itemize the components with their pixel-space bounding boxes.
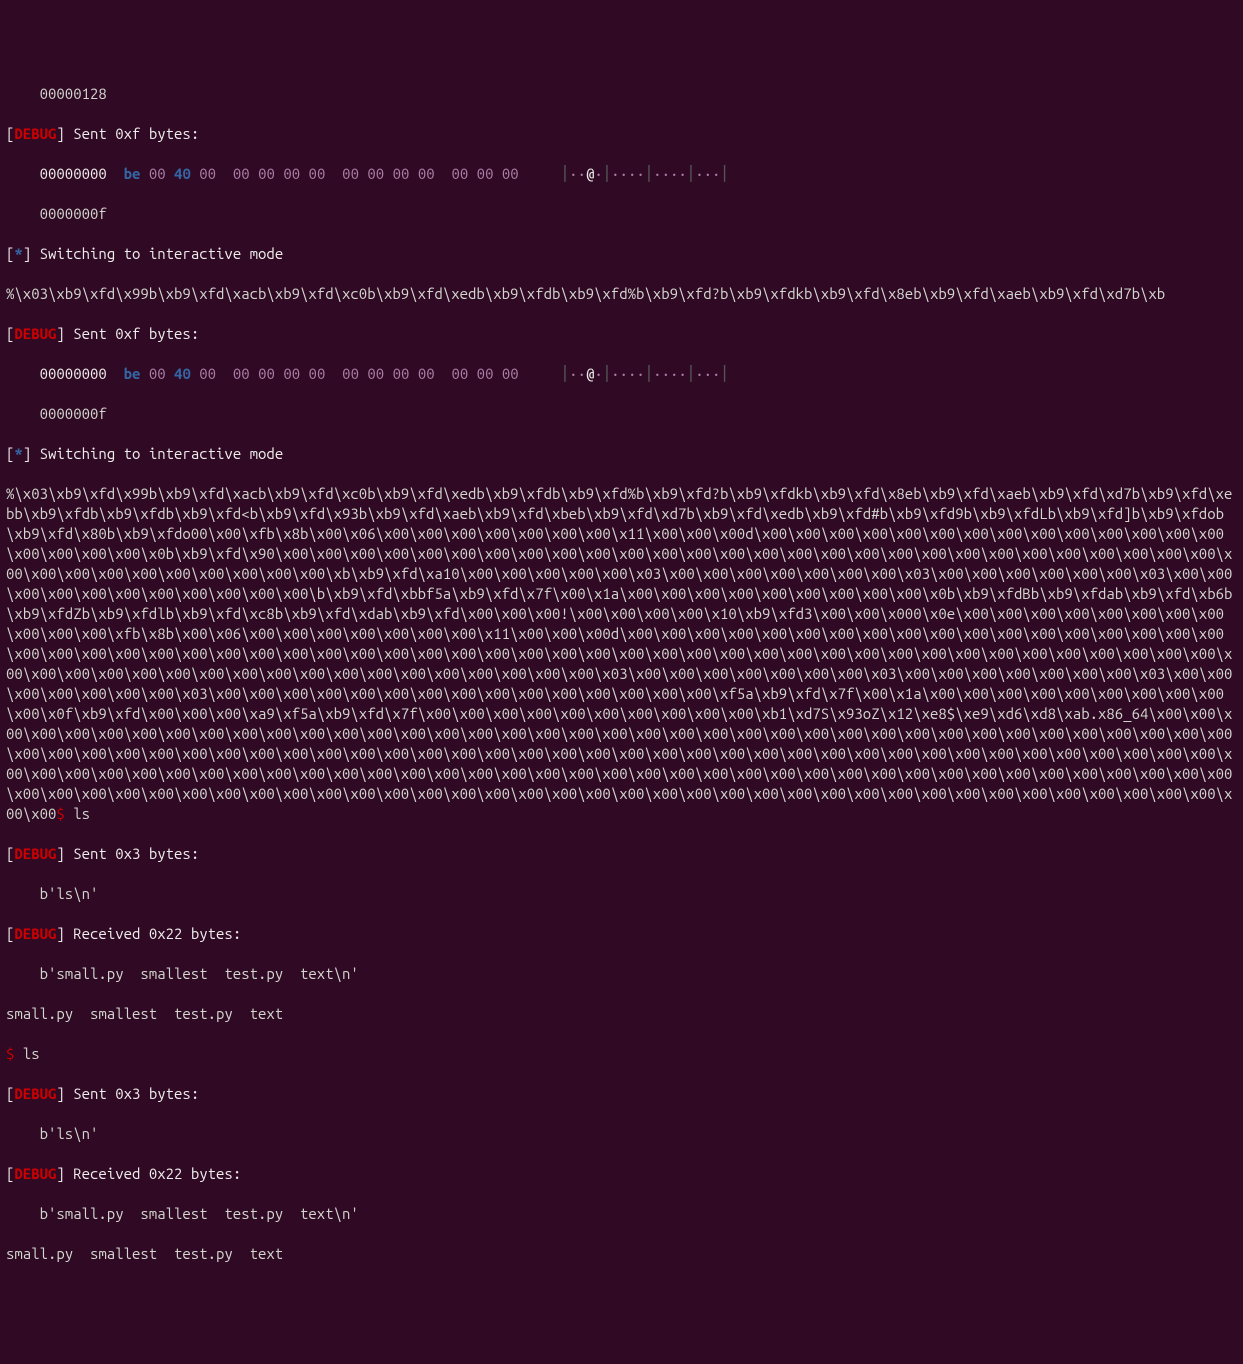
debug-line: [DEBUG] Received 0x22 bytes: xyxy=(6,924,1237,944)
output-line: b'small.py smallest test.py text\n' xyxy=(6,964,1237,984)
output-line: 00000128 xyxy=(6,84,1237,104)
leak-block: %\x03\xb9\xfd\x99b\xb9\xfd\xacb\xb9\xfd\… xyxy=(6,484,1237,824)
prompt-line[interactable]: $ ls xyxy=(6,1044,1237,1064)
output-line: b'small.py smallest test.py text\n' xyxy=(6,1204,1237,1224)
output-line: b'ls\n' xyxy=(6,1124,1237,1144)
output-line: 0000000f xyxy=(6,204,1237,224)
hexdump-line: 00000000 be 00 40 00 00 00 00 00 00 00 0… xyxy=(6,164,1237,184)
hexdump-line: 00000000 be 00 40 00 00 00 00 00 00 00 0… xyxy=(6,364,1237,384)
info-line: [*] Switching to interactive mode xyxy=(6,244,1237,264)
debug-line: [DEBUG] Sent 0xf bytes: xyxy=(6,124,1237,144)
debug-line: [DEBUG] Received 0x22 bytes: xyxy=(6,1164,1237,1184)
terminal-output: { "lines": { "l1_indent": " 00000128", "… xyxy=(0,0,1243,747)
output-line: small.py smallest test.py text xyxy=(6,1004,1237,1024)
debug-line: [DEBUG] Sent 0x3 bytes: xyxy=(6,844,1237,864)
leak-line: %\x03\xb9\xfd\x99b\xb9\xfd\xacb\xb9\xfd\… xyxy=(6,284,1237,304)
info-line: [*] Switching to interactive mode xyxy=(6,444,1237,464)
debug-line: [DEBUG] Sent 0x3 bytes: xyxy=(6,1084,1237,1104)
output-line: b'ls\n' xyxy=(6,884,1237,904)
output-line: 0000000f xyxy=(6,404,1237,424)
debug-line: [DEBUG] Sent 0xf bytes: xyxy=(6,324,1237,344)
output-line: small.py smallest test.py text xyxy=(6,1244,1237,1264)
